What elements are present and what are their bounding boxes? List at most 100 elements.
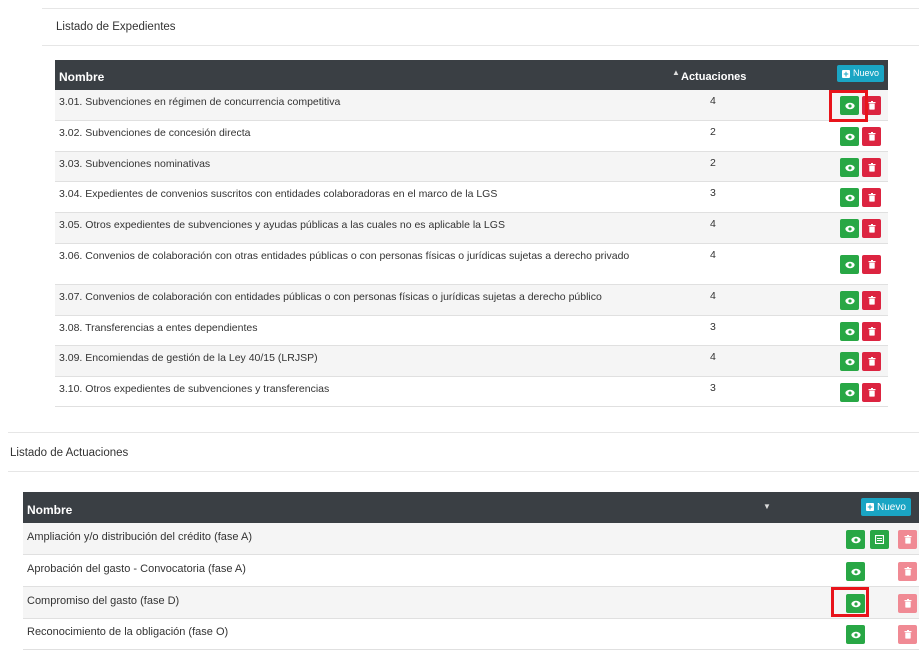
new-expediente-label: Nuevo	[853, 68, 880, 78]
eye-icon	[844, 164, 855, 172]
actuaciones-panel-header: Listado de Actuaciones	[8, 432, 919, 472]
table-row: 3.09. Encomiendas de gestión de la Ley 4…	[55, 346, 888, 377]
expediente-name: 3.02. Subvenciones de concesión directa	[59, 127, 251, 139]
delete-button[interactable]	[862, 127, 881, 146]
table-row: 3.03. Subvenciones nominativas 2	[55, 152, 888, 182]
delete-button[interactable]	[898, 530, 917, 549]
view-button[interactable]	[840, 188, 859, 207]
eye-icon	[844, 194, 855, 202]
eye-icon	[844, 225, 855, 233]
view-button[interactable]	[840, 255, 859, 274]
expedientes-panel-header: Listado de Expedientes	[42, 8, 919, 46]
eye-icon	[844, 261, 855, 269]
table-row: 3.05. Otros expedientes de subvenciones …	[55, 213, 888, 244]
trash-icon	[868, 224, 876, 233]
actuaciones-count: 4	[710, 95, 716, 107]
eye-icon	[844, 297, 855, 305]
actuacion-name: Compromiso del gasto (fase D)	[27, 595, 180, 607]
actuaciones-count: 2	[710, 157, 716, 169]
actuaciones-count: 4	[710, 218, 716, 230]
new-actuacion-label: Nuevo	[877, 501, 906, 513]
view-button[interactable]	[846, 625, 865, 644]
table-row: 3.07. Convenios de colaboración con enti…	[55, 285, 888, 316]
plus-square-icon: +	[842, 68, 850, 79]
actuaciones-count: 4	[710, 249, 716, 261]
trash-icon	[904, 535, 912, 544]
sort-caret-icon[interactable]: ▼	[763, 502, 771, 511]
actuaciones-count: 3	[710, 187, 716, 199]
new-actuacion-button[interactable]: + Nuevo	[861, 498, 911, 516]
eye-icon	[850, 631, 861, 639]
column-header-nombre-actuaciones[interactable]: Nombre	[27, 503, 72, 517]
trash-icon	[868, 357, 876, 366]
delete-button[interactable]	[862, 322, 881, 341]
expediente-name: 3.07. Convenios de colaboración con enti…	[59, 291, 602, 303]
view-button[interactable]	[840, 158, 859, 177]
actuaciones-count: 2	[710, 126, 716, 138]
trash-icon	[904, 567, 912, 576]
view-button[interactable]	[840, 291, 859, 310]
sort-caret-icon[interactable]: ▲	[672, 68, 680, 77]
delete-button[interactable]	[862, 352, 881, 371]
delete-button[interactable]	[898, 625, 917, 644]
actuaciones-table-header: Nombre ▼ + Nuevo	[23, 492, 919, 523]
expedientes-table-header: Nombre ▲ Actuaciones + Nuevo	[55, 60, 888, 90]
expediente-name: 3.08. Transferencias a entes dependiente…	[59, 322, 258, 334]
delete-button[interactable]	[862, 291, 881, 310]
eye-icon	[844, 328, 855, 336]
view-button[interactable]	[840, 352, 859, 371]
eye-icon	[850, 600, 861, 608]
view-button[interactable]	[846, 562, 865, 581]
table-row: Reconocimiento de la obligación (fase O)	[23, 618, 919, 650]
delete-button[interactable]	[862, 158, 881, 177]
delete-button[interactable]	[862, 96, 881, 115]
expediente-name: 3.06. Convenios de colaboración con otra…	[59, 250, 630, 262]
expediente-name: 3.03. Subvenciones nominativas	[59, 158, 211, 170]
table-row: Compromiso del gasto (fase D)	[23, 587, 919, 619]
column-header-nombre[interactable]: Nombre	[59, 70, 104, 84]
trash-icon	[904, 599, 912, 608]
view-button[interactable]	[840, 96, 859, 115]
delete-button[interactable]	[862, 188, 881, 207]
actuaciones-count: 4	[710, 351, 716, 363]
expediente-name: 3.04. Expedientes de convenios suscritos…	[59, 188, 498, 200]
table-row: Ampliación y/o distribución del crédito …	[23, 523, 919, 555]
trash-icon	[868, 327, 876, 336]
document-button[interactable]	[870, 530, 889, 549]
eye-icon	[844, 389, 855, 397]
delete-button[interactable]	[862, 219, 881, 238]
trash-icon	[868, 163, 876, 172]
eye-icon	[844, 358, 855, 366]
table-row: 3.08. Transferencias a entes dependiente…	[55, 316, 888, 346]
actuaciones-count: 4	[710, 290, 716, 302]
view-button[interactable]	[840, 219, 859, 238]
eye-icon	[844, 102, 855, 110]
view-button[interactable]	[840, 322, 859, 341]
eye-icon	[844, 133, 855, 141]
trash-icon	[868, 296, 876, 305]
trash-icon	[868, 388, 876, 397]
delete-button[interactable]	[898, 562, 917, 581]
plus-square-icon: +	[866, 502, 874, 512]
trash-icon	[868, 101, 876, 110]
view-button[interactable]	[846, 530, 865, 549]
actuacion-name: Aprobación del gasto - Convocatoria (fas…	[27, 563, 246, 575]
view-button[interactable]	[840, 127, 859, 146]
actuaciones-count: 3	[710, 382, 716, 394]
delete-button[interactable]	[898, 594, 917, 613]
delete-button[interactable]	[862, 383, 881, 402]
eye-icon	[850, 568, 861, 576]
new-expediente-button[interactable]: + Nuevo	[837, 65, 885, 82]
table-row: 3.01. Subvenciones en régimen de concurr…	[55, 90, 888, 121]
trash-icon	[868, 132, 876, 141]
column-header-actuaciones[interactable]: Actuaciones	[681, 71, 746, 83]
delete-button[interactable]	[862, 255, 881, 274]
table-row: Aprobación del gasto - Convocatoria (fas…	[23, 555, 919, 587]
expediente-name: 3.09. Encomiendas de gestión de la Ley 4…	[59, 352, 318, 364]
view-button[interactable]	[846, 594, 865, 613]
view-button[interactable]	[840, 383, 859, 402]
table-row: 3.02. Subvenciones de concesión directa 2	[55, 121, 888, 152]
table-row: 3.04. Expedientes de convenios suscritos…	[55, 182, 888, 213]
document-icon	[875, 535, 884, 544]
expediente-name: 3.01. Subvenciones en régimen de concurr…	[59, 96, 341, 108]
